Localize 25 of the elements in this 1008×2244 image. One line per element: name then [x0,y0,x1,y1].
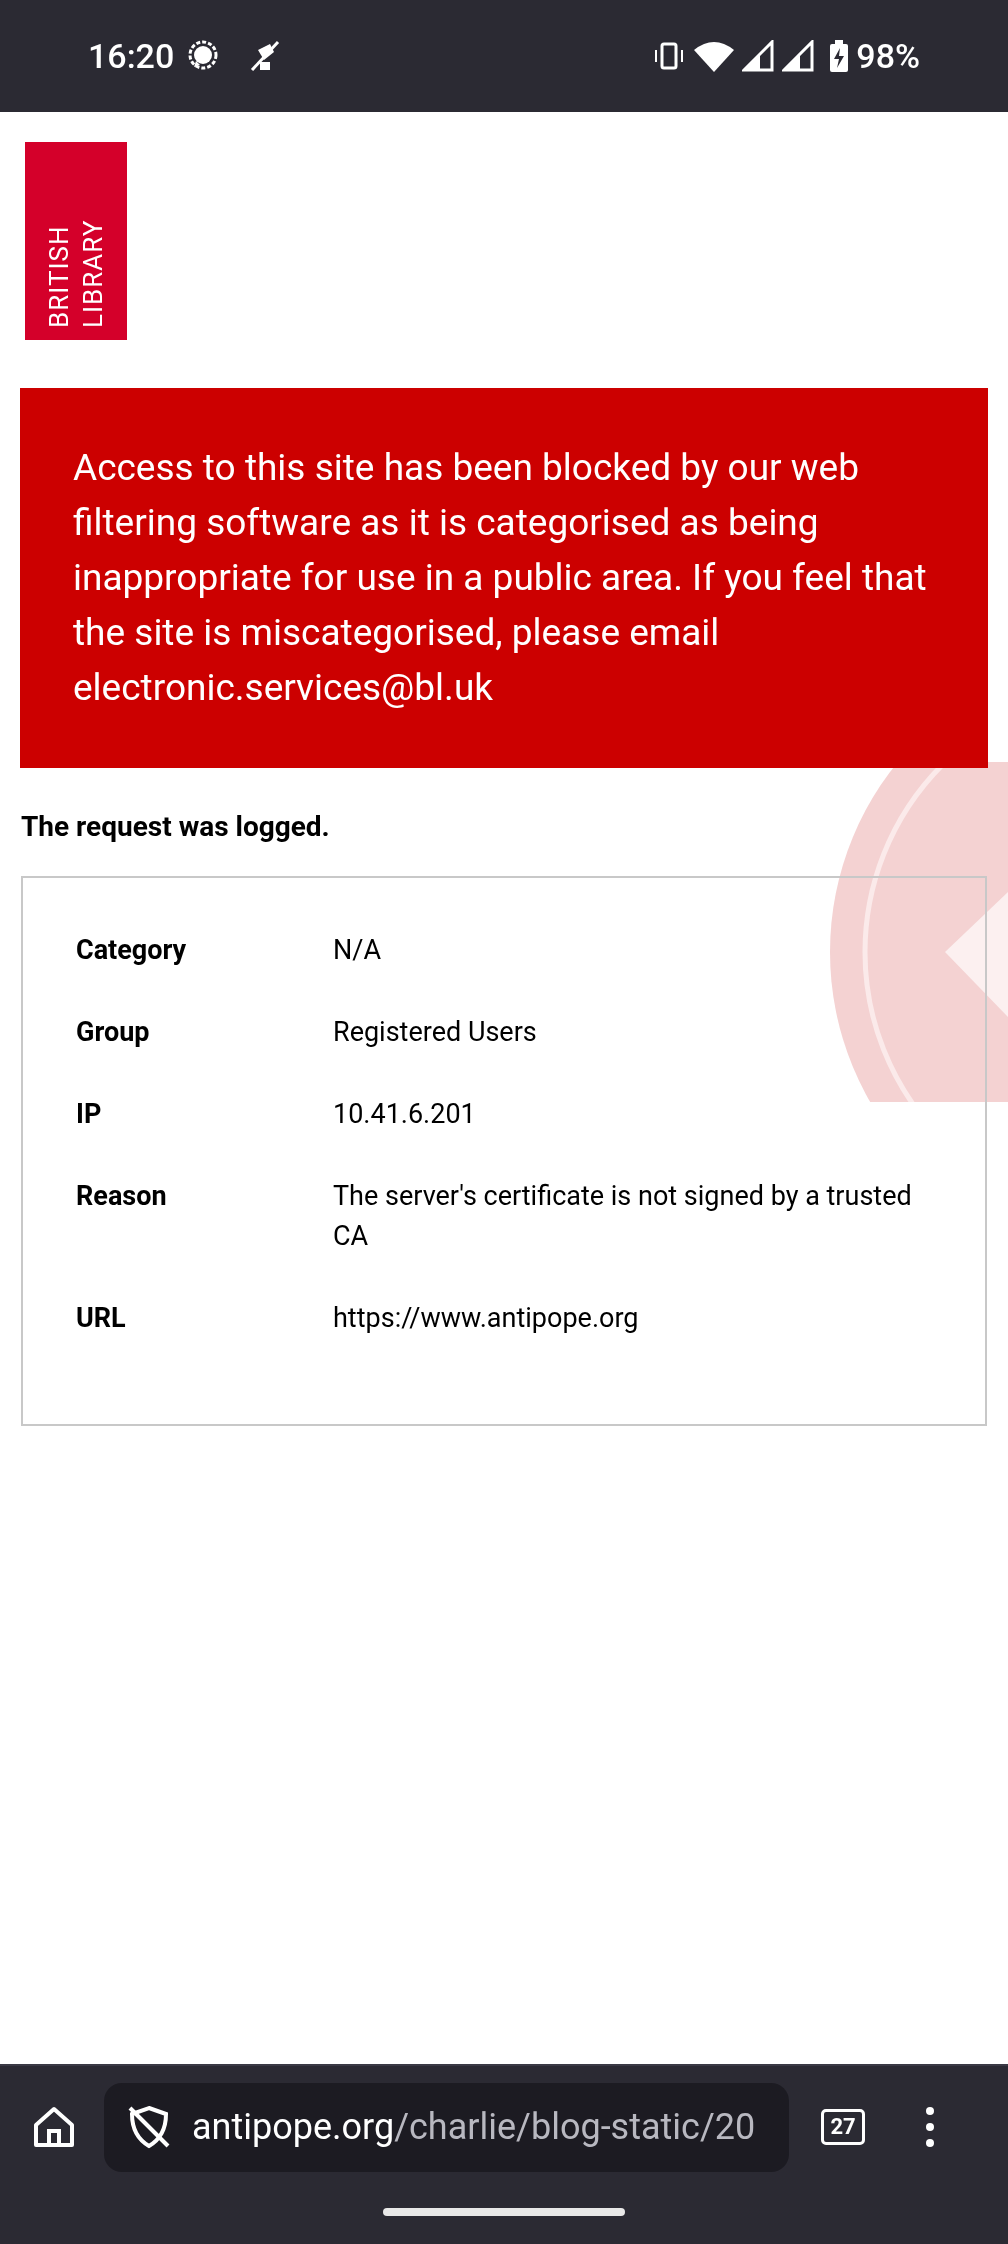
logo-word: BRITISH [44,224,74,328]
shield-off-icon [126,2104,172,2150]
detail-label: Category [76,933,188,968]
detail-label: URL [76,1301,127,1336]
detail-value: Registered Users [333,1015,538,1050]
detail-value: https://www.antipope.org [333,1301,640,1336]
tab-count-button[interactable]: 27 [821,2109,865,2145]
detail-value: The server's certificate is not signed by a trusted CA [333,1179,913,1254]
logo-word: LIBRARY [78,218,108,328]
signal-icon [782,40,815,72]
url-text: antipope.org/charlie/blog-static/20 [192,2105,756,2150]
battery-percentage: 98% [856,34,920,78]
wifi-icon [694,40,735,72]
detail-value: N/A [333,933,382,968]
battery-charging-icon [830,40,849,72]
url-bar[interactable]: antipope.org/charlie/blog-static/20 [104,2082,789,2172]
detail-label: IP [76,1097,103,1132]
status-time: 16:20 [88,34,175,78]
detail-value: 10.41.6.201 [333,1097,477,1132]
blocked-message: Access to this site has been blocked by our web filtering software as it is categorised as being inappropriate for use in a public area. If you feel that the site is miscategorised, please email electronic.services@bl.uk [73,445,928,711]
detail-label: Group [76,1015,151,1050]
more-options-icon[interactable] [925,2106,935,2148]
signal-icon [742,40,775,72]
detail-label: Reason [76,1179,168,1214]
logged-notice: The request was logged. [21,809,331,845]
